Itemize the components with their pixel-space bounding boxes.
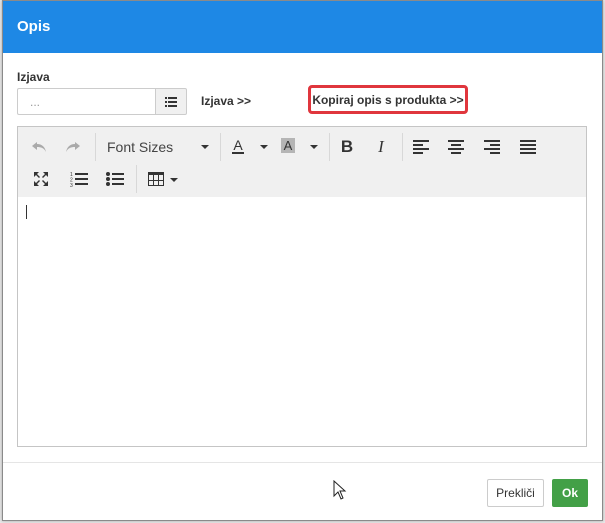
toolbar-separator [136, 165, 137, 193]
chevron-down-icon [201, 145, 209, 149]
bold-button[interactable]: B [334, 135, 360, 159]
background-color-button[interactable]: A [276, 135, 322, 159]
undo-icon [32, 142, 46, 152]
table-button[interactable] [144, 167, 180, 191]
svg-text:3: 3 [70, 183, 73, 187]
align-left-button[interactable] [408, 135, 434, 159]
align-right-icon [484, 140, 500, 154]
dialog: Opis Izjava ... Izjava >> Kopiraj opis s… [2, 0, 603, 521]
align-left-icon [413, 140, 429, 154]
justify-icon [520, 140, 536, 154]
list-icon [165, 96, 177, 107]
bold-icon: B [340, 137, 354, 156]
mouse-pointer-icon [333, 480, 347, 500]
text-cursor [26, 205, 27, 219]
italic-icon: I [378, 137, 384, 156]
undo-button[interactable] [24, 135, 54, 159]
editor-content-area[interactable] [18, 197, 586, 446]
font-sizes-label: Font Sizes [107, 139, 174, 155]
statement-input[interactable]: ... [17, 88, 155, 115]
statement-label: Izjava [17, 70, 50, 84]
chevron-down-icon [260, 145, 268, 149]
font-sizes-dropdown[interactable]: Font Sizes [102, 135, 214, 159]
statement-input-group: ... [17, 88, 187, 115]
statement-link[interactable]: Izjava >> [201, 94, 251, 108]
justify-button[interactable] [515, 135, 541, 159]
align-center-icon [448, 140, 464, 154]
dialog-title: Opis [17, 18, 51, 35]
fullscreen-button[interactable] [28, 167, 54, 191]
italic-button[interactable]: I [368, 135, 394, 159]
font-color-icon: A [232, 137, 244, 154]
editor-toolbar: Font Sizes A A B I 1 2 3 [18, 127, 586, 198]
table-icon [148, 172, 164, 186]
background-color-icon: A [281, 138, 295, 153]
toolbar-separator [402, 133, 403, 161]
font-color-button[interactable]: A [226, 135, 272, 159]
toolbar-separator [95, 133, 96, 161]
redo-button[interactable] [58, 135, 88, 159]
rich-text-editor: Font Sizes A A B I 1 2 3 [17, 126, 587, 447]
unordered-list-button[interactable] [102, 167, 128, 191]
dialog-header: Opis [3, 1, 602, 53]
copy-description-link[interactable]: Kopiraj opis s produkta >> [308, 85, 468, 114]
ok-button[interactable]: Ok [552, 479, 588, 507]
ordered-list-icon: 1 2 3 [70, 172, 88, 187]
cancel-button[interactable]: Prekliči [487, 479, 544, 507]
chevron-down-icon [170, 178, 178, 182]
align-right-button[interactable] [479, 135, 505, 159]
ordered-list-button[interactable]: 1 2 3 [66, 167, 92, 191]
footer-divider [3, 462, 602, 463]
redo-icon [66, 142, 80, 152]
fullscreen-icon [34, 172, 48, 186]
statement-list-button[interactable] [155, 88, 187, 115]
toolbar-separator [329, 133, 330, 161]
align-center-button[interactable] [443, 135, 469, 159]
chevron-down-icon [310, 145, 318, 149]
toolbar-separator [220, 133, 221, 161]
unordered-list-icon [106, 172, 124, 186]
